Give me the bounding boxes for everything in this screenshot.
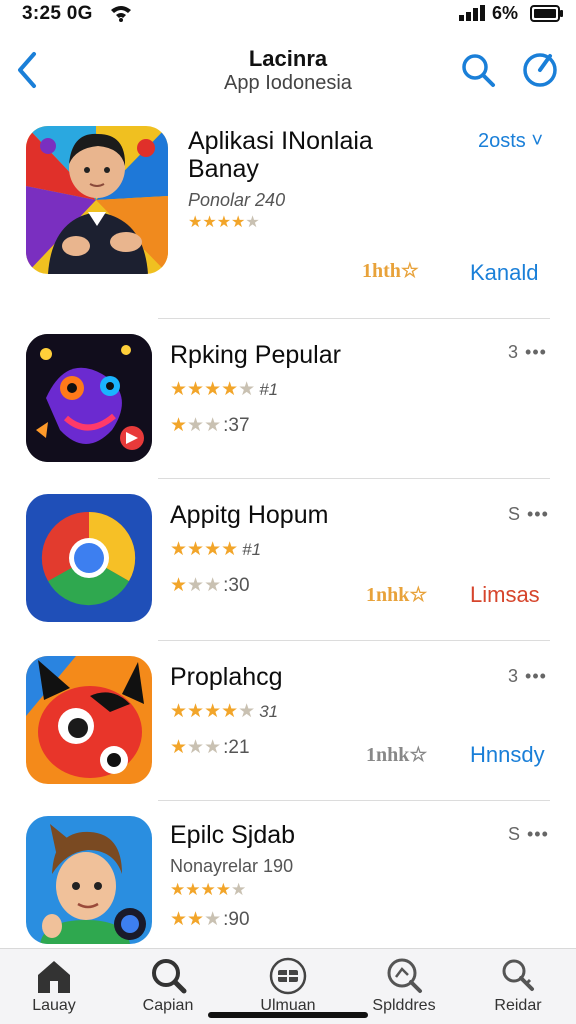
app-review-count: :90 <box>223 909 250 930</box>
tab-label: Capian <box>142 997 194 1014</box>
tab-grid[interactable]: Ulmuan <box>238 955 338 1019</box>
tab-label: Reidar <box>494 997 542 1014</box>
app-rating: ★★★★ #1 <box>170 539 262 560</box>
battery-percent: 6% <box>492 3 519 23</box>
app-rating: ★★★★★ <box>170 880 247 899</box>
featured-action-link[interactable]: Kanald <box>470 260 539 286</box>
app-icon[interactable] <box>26 334 152 462</box>
app-rating-secondary: ★★★:37 <box>170 415 250 436</box>
app-row[interactable]: Epilc Sjdab Nonayrelar 190 ★★★★★ ★★★:90 … <box>0 802 576 948</box>
app-rating-secondary: ★★★:21 <box>170 737 250 758</box>
app-title[interactable]: Proplahcg <box>170 663 283 692</box>
app-rank: #1 <box>259 380 279 399</box>
app-review-count: :30 <box>223 575 250 596</box>
divider <box>158 800 550 801</box>
featured-app-title-2[interactable]: Banay <box>188 155 259 184</box>
tab-label: Splddres <box>372 997 436 1014</box>
app-rating: ★★★★★ 31 <box>170 701 279 722</box>
award-badge: 1nhk☆ <box>366 584 428 606</box>
app-subtitle: Nonayrelar 190 <box>170 856 294 876</box>
grid-icon <box>269 957 307 995</box>
wifi-icon <box>111 6 131 22</box>
divider <box>158 478 550 479</box>
home-indicator[interactable] <box>208 1012 368 1018</box>
search-icon[interactable] <box>460 50 496 90</box>
app-review-count: :21 <box>223 737 250 758</box>
app-review-count: :37 <box>223 415 250 436</box>
more-button[interactable]: S ••• <box>508 504 549 525</box>
status-bar: 3:25 0G 6% <box>0 0 576 30</box>
app-title[interactable]: Appitg Hopum <box>170 501 328 530</box>
key-search-icon <box>502 959 534 991</box>
app-row[interactable]: Proplahcg ★★★★★ 31 ★★★:21 3 ••• 1nhk☆ Hnn… <box>0 642 576 800</box>
tab-search[interactable]: Capian <box>118 955 218 1019</box>
app-rank: 31 <box>259 702 279 721</box>
app-rank: #1 <box>242 540 262 559</box>
status-time: 3:25 0G <box>22 3 93 24</box>
app-icon[interactable] <box>26 494 152 622</box>
battery-icon <box>530 5 563 22</box>
featured-app-row[interactable]: Aplikasi INonlaia Banay Ponolar 240 ★★★★… <box>0 118 576 318</box>
more-button[interactable]: 3 ••• <box>508 342 547 363</box>
tab-magnify[interactable]: Splddres <box>354 955 454 1019</box>
app-title[interactable]: Rpking Pepular <box>170 341 341 370</box>
more-button[interactable]: 3 ••• <box>508 666 547 687</box>
action-link[interactable]: Limsas <box>470 582 540 608</box>
divider <box>158 640 550 641</box>
featured-app-title-1[interactable]: Aplikasi INonlaia <box>188 127 373 156</box>
app-title[interactable]: Epilc Sjdab <box>170 821 295 850</box>
home-icon <box>38 961 70 993</box>
app-rating-secondary: ★★★:30 <box>170 575 250 596</box>
app-row[interactable]: Rpking Pepular ★★★★★ #1 ★★★:37 3 ••• <box>0 320 576 478</box>
search-icon <box>152 959 187 994</box>
featured-app-icon[interactable] <box>26 126 168 274</box>
action-link[interactable]: Hnnsdy <box>470 742 545 768</box>
app-icon[interactable] <box>26 816 152 944</box>
divider <box>158 318 550 319</box>
tab-key-search[interactable]: Reidar <box>468 955 568 1019</box>
app-icon[interactable] <box>26 656 152 784</box>
magnify-icon <box>387 958 422 993</box>
compass-icon[interactable] <box>520 50 560 90</box>
featured-award-badge: 1hth☆ <box>362 260 419 282</box>
tab-home[interactable]: Lauay <box>4 955 104 1019</box>
tab-label: Lauay <box>32 997 76 1014</box>
signal-icon <box>459 5 485 21</box>
app-rating-secondary: ★★★:90 <box>170 909 250 930</box>
featured-get-button[interactable]: 2osts ˅ <box>478 130 543 153</box>
more-button[interactable]: S ••• <box>508 824 549 845</box>
featured-app-rating: ★★★★★ <box>188 214 260 231</box>
nav-header: Lacinra App Iodonesia <box>0 36 576 116</box>
app-rating: ★★★★★ #1 <box>170 379 279 400</box>
featured-app-subtitle: Ponolar 240 <box>188 190 286 210</box>
app-row[interactable]: Appitg Hopum ★★★★ #1 ★★★:30 S ••• 1nhk☆ L… <box>0 480 576 638</box>
award-badge: 1nhk☆ <box>366 744 428 766</box>
